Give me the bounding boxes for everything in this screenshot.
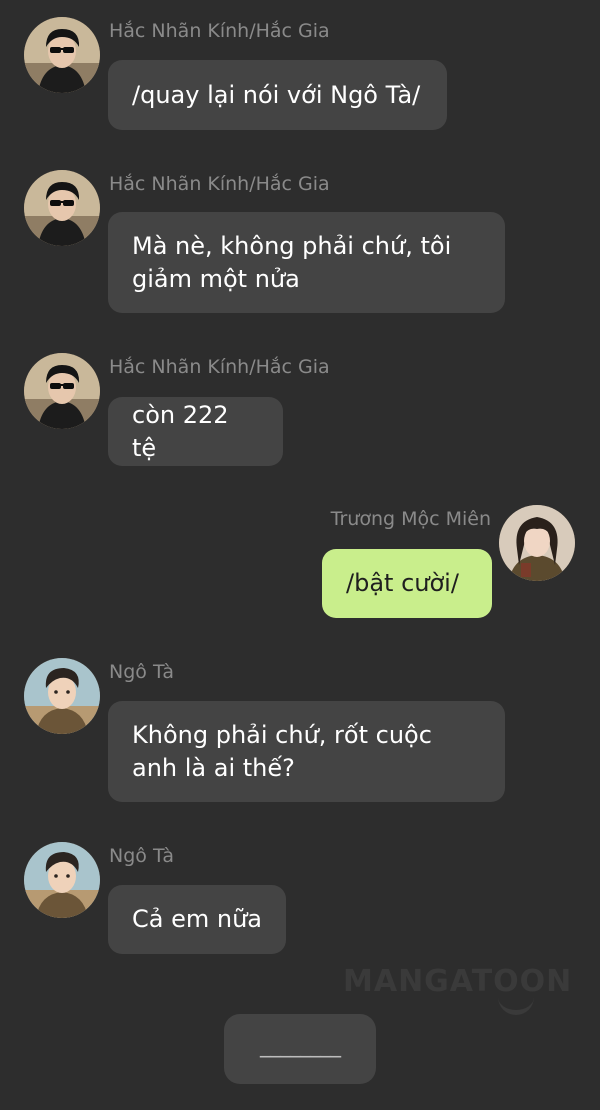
message-bubble[interactable]: /quay lại nói với Ngô Tà/ xyxy=(108,60,447,130)
avatar-young-woman-icon xyxy=(499,505,575,581)
chat-message: Ngô Tà Không phải chứ, rốt cuộc anh là a… xyxy=(0,658,600,803)
message-bubble[interactable]: Không phải chứ, rốt cuộc anh là ai thế? xyxy=(108,701,505,802)
avatar-sunglasses-man-icon xyxy=(24,17,100,93)
young-woman-avatar[interactable] xyxy=(499,505,575,581)
sender-name: Hắc Nhãn Kính/Hắc Gia xyxy=(109,356,330,378)
sender-name: Trương Mộc Miên xyxy=(330,508,491,530)
avatar-sunglasses-man-icon xyxy=(24,170,100,246)
reply-button-label: ________ xyxy=(260,1032,341,1058)
avatar-young-man-icon xyxy=(24,842,100,918)
message-bubble[interactable]: còn 222 tệ xyxy=(108,397,283,466)
avatar-sunglasses-man-icon xyxy=(24,353,100,429)
message-text: Cả em nữa xyxy=(132,905,262,933)
message-bubble[interactable]: Cả em nữa xyxy=(108,885,286,954)
message-text: Mà nè, không phải chứ, tôi giảm một nửa xyxy=(132,231,452,293)
chat-message-own: Trương Mộc Miên /bật cười/ xyxy=(0,505,600,620)
message-bubble[interactable]: Mà nè, không phải chứ, tôi giảm một nửa xyxy=(108,212,505,313)
sender-name: Hắc Nhãn Kính/Hắc Gia xyxy=(109,20,330,42)
message-bubble-own[interactable]: /bật cười/ xyxy=(322,549,492,618)
chat-screen: Hắc Nhãn Kính/Hắc Gia /quay lại nói với … xyxy=(0,0,600,1110)
chat-message: Hắc Nhãn Kính/Hắc Gia Mà nè, không phải … xyxy=(0,170,600,315)
chat-message: Hắc Nhãn Kính/Hắc Gia còn 222 tệ xyxy=(0,353,600,468)
avatar-young-man-icon xyxy=(24,658,100,734)
young-man-avatar[interactable] xyxy=(24,658,100,734)
sender-name: Ngô Tà xyxy=(109,845,174,867)
chat-message: Hắc Nhãn Kính/Hắc Gia /quay lại nói với … xyxy=(0,17,600,132)
chat-message: Ngô Tà Cả em nữa xyxy=(0,842,600,957)
message-text: /quay lại nói với Ngô Tà/ xyxy=(132,80,421,109)
watermark-logo: MANGATOON xyxy=(343,964,573,999)
message-text: /bật cười/ xyxy=(346,569,459,597)
sunglasses-man-avatar[interactable] xyxy=(24,170,100,246)
sunglasses-man-avatar[interactable] xyxy=(24,353,100,429)
young-man-avatar[interactable] xyxy=(24,842,100,918)
message-text: còn 222 tệ xyxy=(132,400,229,462)
sender-name: Hắc Nhãn Kính/Hắc Gia xyxy=(109,173,330,195)
sunglasses-man-avatar[interactable] xyxy=(24,17,100,93)
message-text: Không phải chứ, rốt cuộc anh là ai thế? xyxy=(132,720,432,782)
sender-name: Ngô Tà xyxy=(109,661,174,683)
watermark-smile-icon xyxy=(498,996,534,1015)
reply-button[interactable]: ________ xyxy=(224,1014,376,1084)
